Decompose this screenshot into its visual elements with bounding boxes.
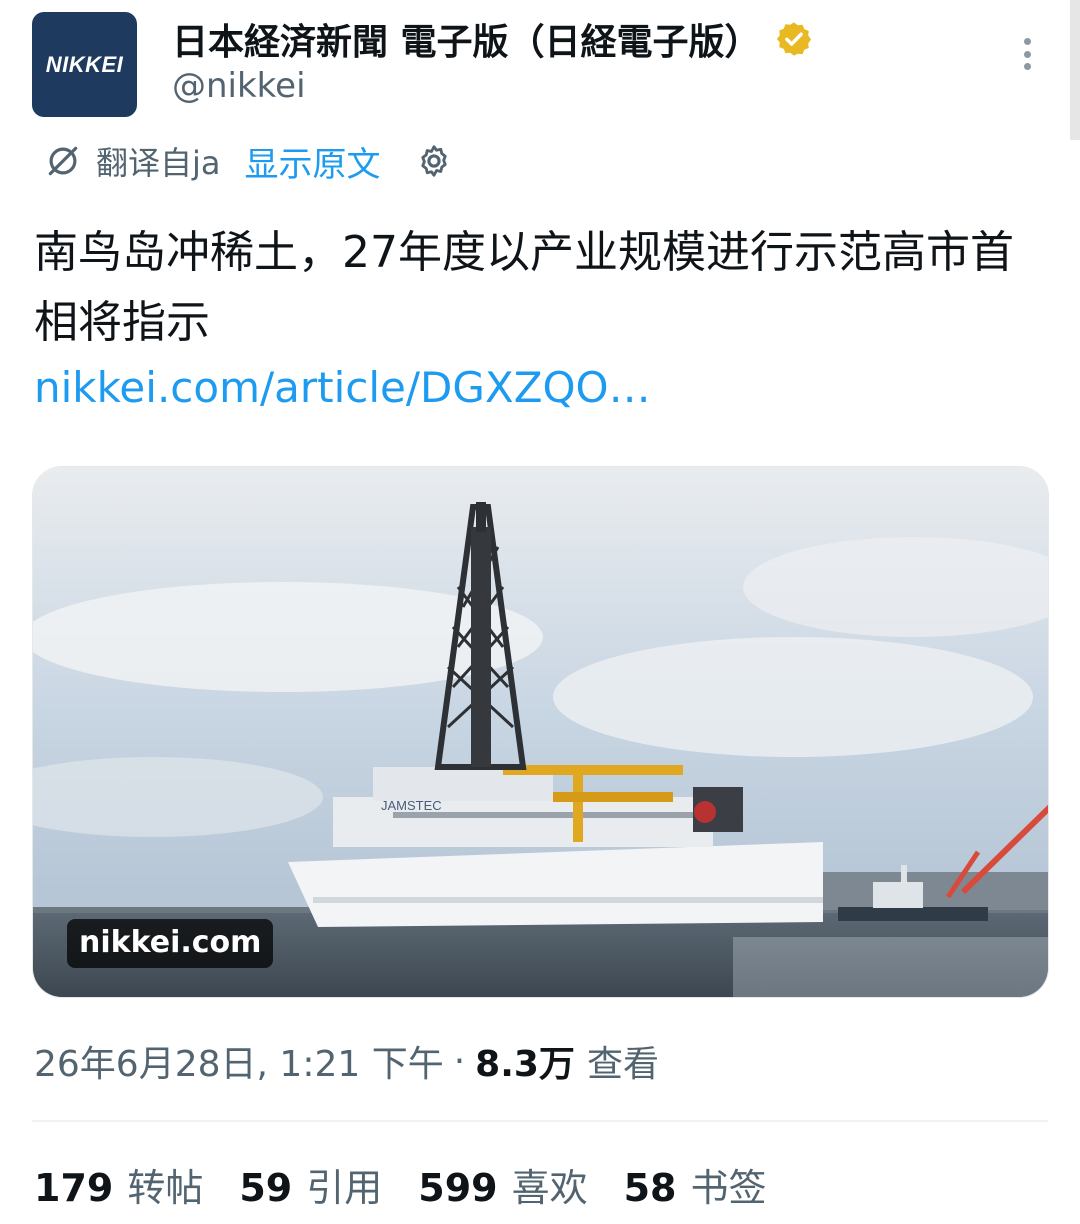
stat-reposts[interactable]: 179 转帖 [34,1157,203,1212]
tweet-text: 南鸟岛冲稀土，27年度以产业规模进行示范高市首相将指示 [34,227,1014,348]
more-dot [1023,50,1031,58]
stat-quotes[interactable]: 59 引用 [239,1157,382,1212]
translation-bar: 翻译自ja 显示原文 [44,137,453,186]
more-options-button[interactable] [1012,34,1042,74]
translation-source-label: 翻译自ja [96,144,221,182]
stat-bookmarks[interactable]: 58 书签 [624,1157,767,1212]
stat-label: 喜欢 [511,1165,588,1210]
link-preview-card[interactable]: JAMSTEC nikkei.com [32,466,1049,998]
hull-marking: JAMSTEC [381,798,442,813]
more-vertical-icon [1023,38,1031,45]
handle[interactable]: @nikkei [172,66,306,106]
stat-label: 书签 [690,1165,767,1210]
article-link[interactable]: nikkei.com/article/DGXZQO… [34,360,651,416]
divider [32,1120,1048,1122]
scrollbar[interactable] [1070,0,1080,140]
tweet-detail-view: NIKKEI 日本経済新聞 電子版（日経電子版） @nikkei 翻译自ja 显… [0,0,1080,1224]
display-name[interactable]: 日本経済新聞 電子版（日経電子版） [172,13,761,65]
display-name-row[interactable]: 日本経済新聞 電子版（日経電子版） [172,10,813,68]
stat-label: 转帖 [127,1165,204,1210]
views-count: 8.3万 [475,1044,575,1085]
stat-likes[interactable]: 599 喜欢 [418,1157,587,1212]
show-original-link[interactable]: 显示原文 [245,137,381,186]
avatar[interactable]: NIKKEI [32,12,137,117]
tweet-meta: 26年6月28日, 1:21 下午 · 8.3万 查看 [34,1036,659,1086]
stat-count: 59 [239,1165,293,1210]
timestamp[interactable]: 26年6月28日, 1:21 下午 [34,1035,444,1087]
views-label: 查看 [586,1044,659,1085]
translate-icon [48,146,78,176]
meta-separator: · [453,1040,466,1082]
avatar-logo-text: NIKKEI [45,51,124,77]
gear-icon[interactable] [415,142,453,180]
engagement-stats: 179 转帖 59 引用 599 喜欢 58 书签 [34,1156,803,1212]
stat-count: 179 [34,1165,114,1210]
stat-count: 599 [418,1165,498,1210]
more-dot [1023,63,1031,70]
verified-badge-icon[interactable] [775,20,813,58]
stat-count: 58 [623,1165,677,1210]
stat-label: 引用 [306,1165,383,1210]
media-domain-label: nikkei.com [67,919,274,968]
